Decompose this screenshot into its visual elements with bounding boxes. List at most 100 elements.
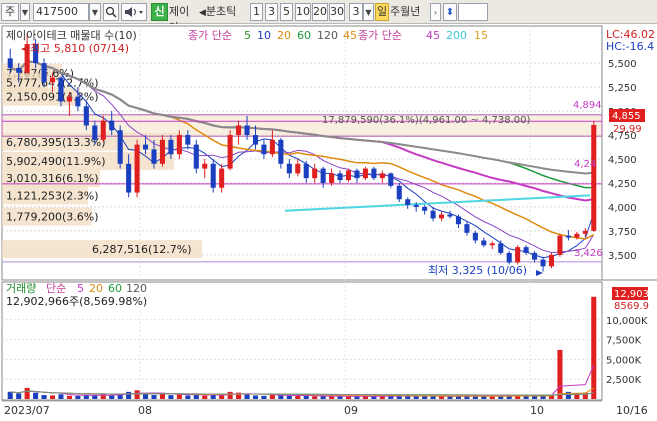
period-custom-input[interactable]: 3: [349, 3, 363, 21]
candle[interactable]: [312, 168, 318, 179]
volume-bar[interactable]: [269, 394, 275, 399]
candle[interactable]: [345, 170, 352, 181]
candle[interactable]: [252, 135, 259, 145]
next-arrow-button[interactable]: ›: [430, 3, 441, 21]
volume-bar[interactable]: [134, 390, 140, 399]
candle[interactable]: [320, 168, 326, 183]
candle[interactable]: [540, 259, 546, 267]
candle[interactable]: [261, 144, 267, 155]
candle[interactable]: [66, 96, 72, 102]
stock-code-input[interactable]: 417500: [33, 3, 89, 21]
volume-bar[interactable]: [33, 392, 39, 399]
candle[interactable]: [134, 144, 140, 193]
candle[interactable]: [337, 173, 343, 181]
volume-bar[interactable]: [278, 395, 284, 399]
volume-bar[interactable]: [58, 394, 64, 399]
candle[interactable]: [413, 205, 419, 207]
updown-button[interactable]: ⬍: [443, 3, 457, 21]
period-option-20[interactable]: 20: [312, 3, 328, 21]
volume-bar[interactable]: [286, 395, 292, 399]
candle[interactable]: [582, 230, 588, 234]
candle[interactable]: [489, 243, 495, 246]
volume-bar[interactable]: [168, 395, 174, 399]
volume-bar[interactable]: [7, 391, 13, 399]
candle[interactable]: [455, 216, 461, 225]
period-custom-dropdown[interactable]: ▼: [363, 3, 374, 21]
volume-bar[interactable]: [92, 395, 98, 399]
candle[interactable]: [16, 67, 22, 73]
candle[interactable]: [565, 235, 571, 238]
chart-area[interactable]: 7,267(6.6%)5,777,647(2.7%)2,150,091(4.3%…: [0, 24, 657, 421]
volume-bar[interactable]: [557, 349, 563, 399]
period-option-5[interactable]: 5: [280, 3, 293, 21]
mode-badge[interactable]: 신: [151, 3, 168, 21]
volume-bar[interactable]: [591, 296, 597, 399]
volume-bar[interactable]: [261, 395, 267, 399]
candle[interactable]: [92, 125, 98, 140]
volume-bar[interactable]: [345, 396, 352, 399]
volume-bar[interactable]: [489, 396, 495, 399]
candle[interactable]: [422, 206, 428, 211]
candle[interactable]: [574, 233, 580, 238]
candle[interactable]: [193, 144, 199, 169]
candle[interactable]: [168, 139, 174, 155]
market-select[interactable]: 주: [1, 3, 19, 21]
volume-bar[interactable]: [303, 395, 309, 399]
week-month-year-tabs[interactable]: 주월년: [389, 3, 429, 21]
candle[interactable]: [548, 254, 555, 267]
volume-bar[interactable]: [422, 396, 428, 399]
candle[interactable]: [83, 106, 89, 126]
candle[interactable]: [523, 247, 529, 253]
candle[interactable]: [472, 232, 478, 241]
candle[interactable]: [126, 163, 132, 193]
candle[interactable]: [143, 144, 149, 150]
candle[interactable]: [396, 185, 402, 200]
volume-bar[interactable]: [126, 391, 132, 399]
candle[interactable]: [591, 124, 597, 231]
candle[interactable]: [49, 77, 56, 83]
candle[interactable]: [117, 130, 123, 164]
volume-bar[interactable]: [413, 396, 419, 399]
volume-bar[interactable]: [447, 396, 453, 399]
day-tab[interactable]: 일: [375, 3, 389, 21]
volume-bar[interactable]: [227, 391, 233, 399]
code-dropdown-button[interactable]: ▼: [89, 3, 101, 21]
candle[interactable]: [159, 139, 165, 164]
volume-bar[interactable]: [379, 396, 385, 399]
candle[interactable]: [329, 173, 335, 183]
volume-bar[interactable]: [185, 395, 191, 399]
market-dropdown-button[interactable]: ▼: [20, 3, 30, 21]
candle[interactable]: [286, 163, 292, 174]
period-option-30[interactable]: 30: [329, 3, 345, 21]
candle[interactable]: [430, 210, 436, 219]
candle[interactable]: [219, 168, 225, 188]
candle[interactable]: [151, 149, 157, 164]
volume-bar[interactable]: [481, 396, 487, 399]
candle[interactable]: [210, 163, 216, 188]
candle[interactable]: [303, 163, 309, 179]
volume-bar[interactable]: [49, 395, 56, 399]
volume-bar[interactable]: [159, 393, 165, 399]
candle[interactable]: [295, 163, 301, 174]
candle[interactable]: [202, 163, 208, 169]
volume-bar[interactable]: [109, 395, 115, 399]
candle[interactable]: [362, 168, 368, 179]
candle[interactable]: [557, 235, 563, 255]
period-option-10[interactable]: 10: [295, 3, 311, 21]
volume-bar[interactable]: [329, 396, 335, 399]
candle[interactable]: [506, 252, 512, 263]
volume-bar[interactable]: [24, 387, 30, 399]
candle[interactable]: [447, 214, 453, 217]
candle[interactable]: [388, 173, 394, 186]
volume-bar[interactable]: [252, 395, 259, 399]
period-tab-minute[interactable]: ◀분초틱: [198, 3, 250, 21]
candle[interactable]: [176, 135, 182, 155]
candle[interactable]: [379, 173, 385, 179]
candle[interactable]: [75, 96, 81, 107]
volume-bar[interactable]: [312, 396, 318, 399]
volume-bar[interactable]: [244, 394, 250, 399]
candle[interactable]: [515, 247, 521, 263]
candle[interactable]: [371, 168, 377, 179]
volume-bar[interactable]: [75, 395, 81, 399]
search-button[interactable]: [103, 3, 119, 21]
